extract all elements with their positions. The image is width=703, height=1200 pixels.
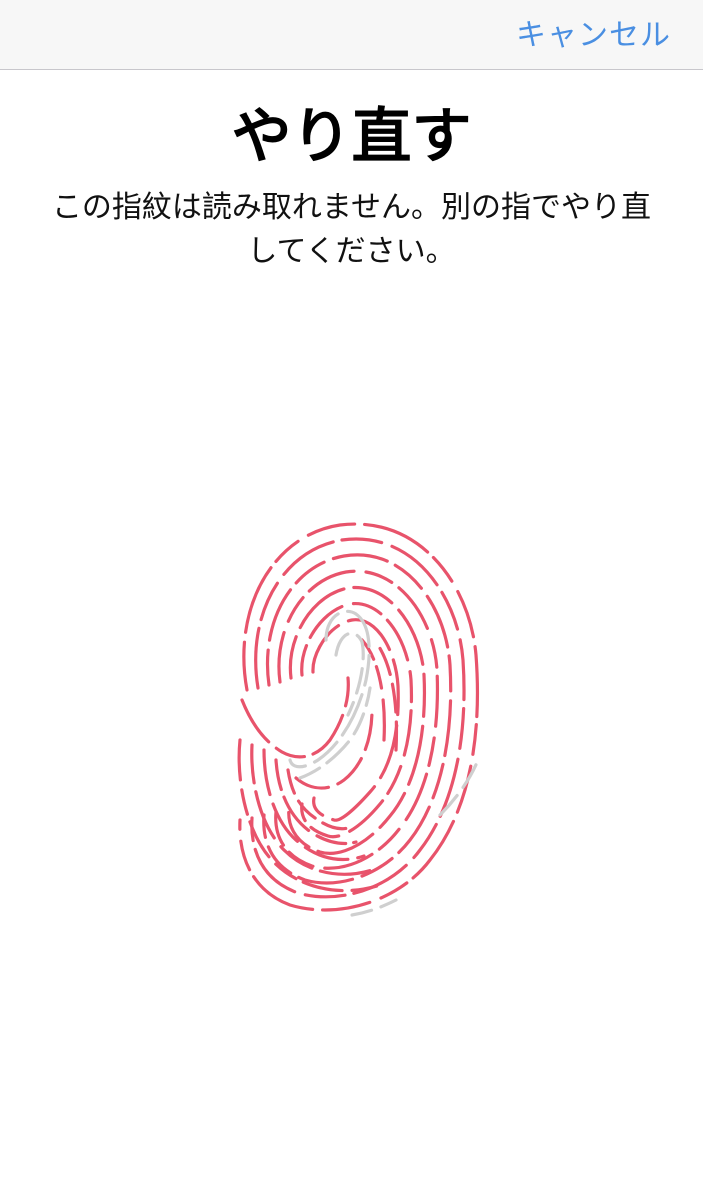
fingerprint-icon	[237, 522, 480, 917]
fingerprint-scanned-ridges	[237, 522, 480, 912]
